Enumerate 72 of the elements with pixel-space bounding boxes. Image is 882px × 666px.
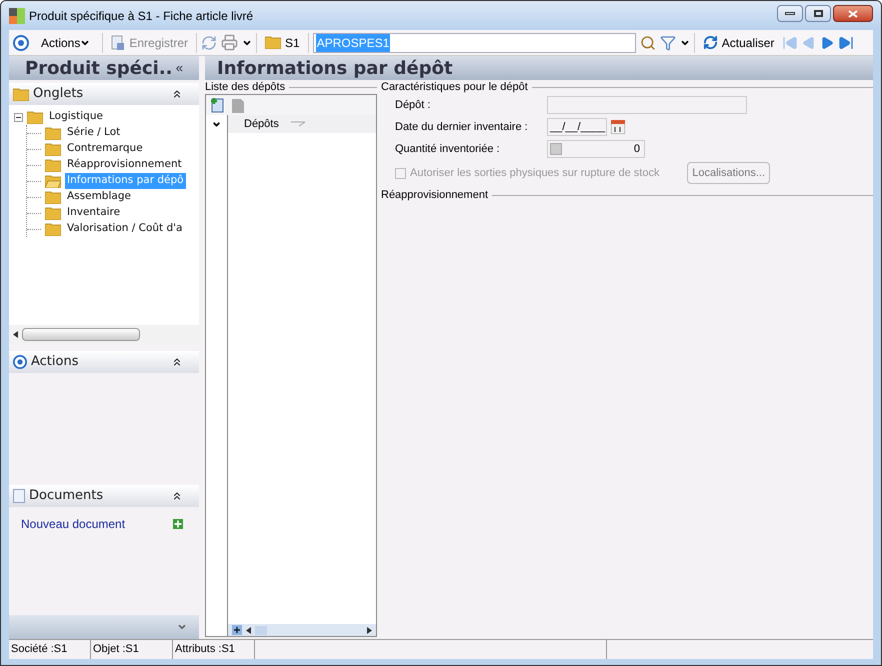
maximize-button[interactable] <box>805 5 831 22</box>
new-document-link[interactable]: Nouveau document <box>21 515 126 533</box>
open-folder-icon <box>45 174 61 188</box>
next-icon[interactable] <box>820 36 834 50</box>
calendar-icon[interactable] <box>611 120 625 134</box>
collapse-icon[interactable] <box>171 88 183 100</box>
folder-icon <box>45 158 61 172</box>
folder-icon <box>45 222 61 236</box>
panel-title: Produit spéci.. <box>25 56 172 80</box>
folder-icon <box>45 142 61 156</box>
target-icon <box>13 355 27 369</box>
scroll-thumb[interactable] <box>255 626 267 634</box>
section-header[interactable]: Actions <box>9 351 199 373</box>
section-title: Documents <box>29 487 104 506</box>
tree-item[interactable]: Inventaire <box>65 205 122 221</box>
status-text: Attributs :S1 <box>173 640 255 659</box>
window-title: Produit spécifique à S1 - Fiche article livré <box>29 8 254 24</box>
save-icon <box>111 34 126 50</box>
section-title: Actions <box>31 353 80 372</box>
close-button[interactable] <box>833 5 873 22</box>
scroll-left-icon[interactable] <box>13 330 18 338</box>
scroll-left-icon[interactable] <box>246 626 251 634</box>
last-icon[interactable] <box>838 34 854 50</box>
section-header[interactable]: Documents <box>9 485 199 507</box>
tree-item[interactable]: Série / Lot <box>65 125 122 141</box>
depot-field[interactable] <box>547 96 747 114</box>
minimize-button[interactable] <box>777 5 803 22</box>
refresh-button[interactable]: Actualiser <box>698 34 778 52</box>
grid-scrollbar[interactable] <box>228 624 376 636</box>
document-icon <box>13 489 25 503</box>
group-title: Réapprovisionnement <box>381 188 488 203</box>
quantity-field[interactable]: 0 <box>547 140 645 158</box>
locations-button[interactable]: Localisations... <box>687 162 770 184</box>
add-icon[interactable] <box>173 519 183 529</box>
field-label: Date du dernier inventaire : <box>395 120 529 135</box>
scroll-right-icon[interactable] <box>367 626 372 634</box>
folder-icon <box>45 190 61 204</box>
actions-menu-button[interactable]: Actions <box>33 34 98 52</box>
folder-icon <box>45 126 61 140</box>
tree-item[interactable]: Contremarque <box>65 141 145 157</box>
section-title: Onglets <box>33 85 84 104</box>
folder-icon <box>45 206 61 220</box>
tree-item[interactable]: Réapprovisionnement <box>65 157 184 173</box>
tree-item[interactable]: Assemblage <box>65 189 133 205</box>
tree-item[interactable]: Logistique <box>47 109 105 125</box>
section-header[interactable]: Onglets <box>9 83 199 105</box>
folder-icon <box>13 88 29 100</box>
date-field[interactable]: __/__/____ <box>547 118 607 136</box>
tree-item[interactable]: Valorisation / Coût d'a <box>65 221 184 237</box>
status-text: Société :S1 <box>9 640 91 659</box>
app-icon <box>9 8 25 24</box>
collapse-button[interactable]: « <box>176 58 183 78</box>
group-title: Liste des dépôts <box>205 80 286 95</box>
field-label: Quantité inventoriée : <box>395 142 501 157</box>
status-text: Objet :S1 <box>91 640 173 659</box>
folder-icon <box>27 110 43 124</box>
folder-icon <box>265 36 282 49</box>
collapse-icon[interactable] <box>171 356 183 368</box>
field-label: Dépôt : <box>395 98 432 113</box>
group-title: Caractéristiques pour le dépôt <box>381 80 528 95</box>
page-title: Informations par dépôt <box>217 56 453 80</box>
refresh-icon <box>702 35 718 50</box>
search-icon[interactable] <box>640 34 656 50</box>
folder-button[interactable]: S1 <box>261 34 304 52</box>
expand-toggle[interactable] <box>14 112 23 122</box>
close-icon <box>848 10 858 18</box>
target-icon[interactable] <box>13 34 29 50</box>
caret-icon[interactable] <box>212 120 221 129</box>
column-header[interactable]: Dépôts <box>228 115 376 133</box>
collapse-icon[interactable] <box>171 490 183 502</box>
add-document-icon[interactable] <box>210 97 224 113</box>
add-row-icon[interactable] <box>232 625 242 635</box>
